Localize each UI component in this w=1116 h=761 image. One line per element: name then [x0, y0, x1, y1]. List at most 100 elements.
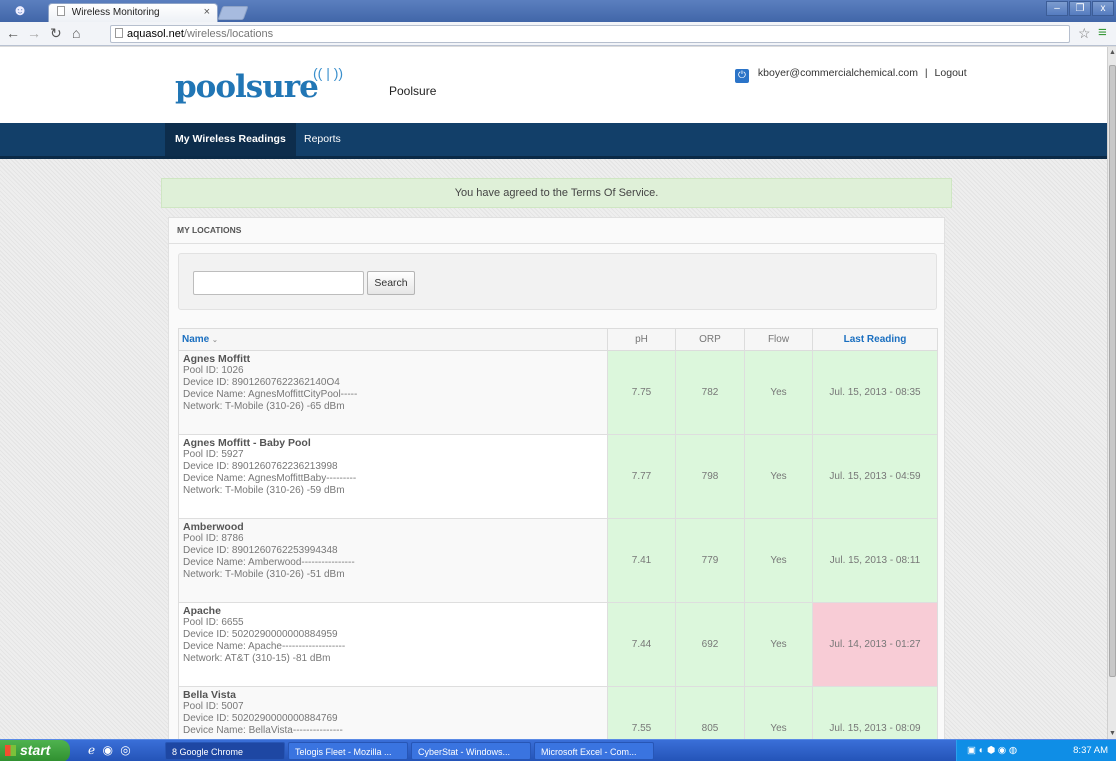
- page-viewport: poolsure (( | )) Poolsure ⏻ kboyer@comme…: [0, 47, 1107, 739]
- logout-link[interactable]: Logout: [935, 67, 967, 79]
- table-header-row: Name ⌄ pH ORP Flow Last Reading: [178, 328, 938, 351]
- location-device-id: Device ID: 8901260762236213998: [183, 461, 338, 472]
- flow-cell: Yes: [744, 686, 813, 739]
- location-cell: Agnes Moffitt - Baby Pool Pool ID: 5927 De…: [178, 434, 608, 519]
- browser-toolbar: ← → ↻ ⌂ aquasol.net/wireless/locations ☆…: [0, 22, 1116, 46]
- quick-launch: ℯ ◉ ◎: [88, 743, 131, 757]
- reload-icon[interactable]: ↻: [50, 25, 62, 42]
- location-name: Apache: [183, 605, 221, 617]
- location-name: Amberwood: [183, 521, 244, 533]
- user-email-link[interactable]: kboyer@commercialchemical.com: [758, 67, 918, 79]
- location-name: Agnes Moffitt: [183, 353, 251, 365]
- chrome-icon[interactable]: ◉: [102, 743, 112, 757]
- location-name: Bella Vista: [183, 689, 236, 701]
- address-bar[interactable]: aquasol.net/wireless/locations: [110, 25, 1070, 43]
- last-reading-cell: Jul. 14, 2013 - 01:27: [812, 602, 938, 687]
- home-icon[interactable]: ⌂: [72, 25, 80, 41]
- search-button[interactable]: Search: [367, 271, 415, 295]
- url-host: aquasol.net: [127, 28, 184, 40]
- nav-my-wireless-readings[interactable]: My Wireless Readings: [165, 123, 296, 156]
- system-tray: ▣ ◐ ⬢ ◉ ◍ 8:37 AM: [956, 740, 1116, 761]
- location-cell: Amberwood Pool ID: 8786 Device ID: 8901260…: [178, 518, 608, 603]
- orp-cell: 692: [675, 602, 745, 687]
- location-pool-id: Pool ID: 1026: [183, 365, 244, 376]
- forward-icon[interactable]: →: [27, 25, 41, 41]
- table-row[interactable]: Apache Pool ID: 6655 Device ID: 5020290000…: [178, 602, 938, 687]
- ie-icon[interactable]: ℯ: [88, 743, 95, 757]
- start-label: start: [20, 742, 51, 758]
- location-device-id: Device ID: 89012607622362140O4: [183, 377, 340, 388]
- clock: 8:37 AM: [1073, 745, 1108, 756]
- scrollbar-thumb[interactable]: [1109, 65, 1116, 677]
- site-header: poolsure (( | )) Poolsure ⏻ kboyer@comme…: [0, 47, 1107, 123]
- header-flow: Flow: [744, 328, 813, 351]
- header-orp: ORP: [675, 328, 745, 351]
- location-network: Network: T-Mobile (310-26) -51 dBm: [183, 569, 345, 580]
- tab-title: Wireless Monitoring: [71, 7, 160, 18]
- location-pool-id: Pool ID: 6655: [183, 617, 244, 628]
- flow-cell: Yes: [744, 350, 813, 435]
- ph-cell: 7.44: [607, 602, 676, 687]
- start-button[interactable]: start: [0, 740, 70, 761]
- firefox-icon[interactable]: ◎: [120, 743, 130, 757]
- tab-wireless-monitoring[interactable]: Wireless Monitoring ×: [48, 3, 218, 22]
- last-reading-cell: Jul. 15, 2013 - 08:09: [812, 686, 938, 739]
- flow-cell: Yes: [744, 518, 813, 603]
- browser-tabstrip: ☻ Wireless Monitoring × – ❐ x: [0, 0, 1116, 22]
- maximize-button[interactable]: ❐: [1069, 1, 1091, 16]
- table-row[interactable]: Amberwood Pool ID: 8786 Device ID: 8901260…: [178, 518, 938, 603]
- brand-name: Poolsure: [389, 84, 437, 98]
- table-row[interactable]: Bella Vista Pool ID: 5007 Device ID: 50202…: [178, 686, 938, 739]
- scroll-up-icon[interactable]: ▲: [1109, 49, 1116, 56]
- nav-reports[interactable]: Reports: [294, 123, 351, 156]
- header-last-reading[interactable]: Last Reading: [812, 328, 938, 351]
- flow-cell: Yes: [744, 602, 813, 687]
- ph-cell: 7.41: [607, 518, 676, 603]
- location-network: Network: T-Mobile (310-26) -59 dBm: [183, 485, 345, 496]
- ph-cell: 7.75: [607, 350, 676, 435]
- page-scrollbar[interactable]: ▲ ▼: [1107, 47, 1116, 739]
- bookmark-star-icon[interactable]: ☆: [1078, 25, 1091, 42]
- table-row[interactable]: Agnes Moffitt - Baby Pool Pool ID: 5927 De…: [178, 434, 938, 519]
- location-device-name: Device Name: AgnesMoffittBaby---------: [183, 473, 357, 484]
- location-device-id: Device ID: 5020290000000884959: [183, 629, 338, 640]
- location-cell: Apache Pool ID: 6655 Device ID: 5020290000…: [178, 602, 608, 687]
- new-tab-button[interactable]: [217, 6, 249, 20]
- location-pool-id: Pool ID: 5927: [183, 449, 244, 460]
- main-navbar: My Wireless Readings Reports: [0, 123, 1107, 159]
- menu-icon[interactable]: ≡: [1098, 24, 1107, 41]
- task-cyberstat[interactable]: CyberStat - Windows...: [411, 742, 531, 760]
- page-icon: [115, 28, 123, 38]
- tray-icons[interactable]: ▣ ◐ ⬢ ◉ ◍: [967, 740, 1017, 761]
- orp-cell: 779: [675, 518, 745, 603]
- ph-cell: 7.77: [607, 434, 676, 519]
- user-area: ⏻ kboyer@commercialchemical.com | Logout: [735, 67, 967, 83]
- flow-cell: Yes: [744, 434, 813, 519]
- ph-cell: 7.55: [607, 686, 676, 739]
- location-pool-id: Pool ID: 5007: [183, 701, 244, 712]
- location-pool-id: Pool ID: 8786: [183, 533, 244, 544]
- task-telogis-fleet[interactable]: Telogis Fleet - Mozilla ...: [288, 742, 408, 760]
- tos-alert: You have agreed to the Terms Of Service.: [161, 178, 952, 208]
- windows-taskbar: start ℯ ◉ ◎ 8 Google Chrome Telogis Flee…: [0, 739, 1116, 761]
- location-cell: Agnes Moffitt Pool ID: 1026 Device ID: 890…: [178, 350, 608, 435]
- back-icon[interactable]: ←: [6, 25, 20, 41]
- header-name[interactable]: Name ⌄: [178, 328, 608, 351]
- last-reading-cell: Jul. 15, 2013 - 04:59: [812, 434, 938, 519]
- incognito-icon: ☻: [12, 2, 28, 19]
- location-name: Agnes Moffitt - Baby Pool: [183, 437, 311, 449]
- close-icon[interactable]: ×: [204, 6, 210, 18]
- search-well: Search: [178, 253, 937, 310]
- close-window-button[interactable]: x: [1092, 1, 1114, 16]
- task-google-chrome[interactable]: 8 Google Chrome: [165, 742, 285, 760]
- task-microsoft-excel[interactable]: Microsoft Excel - Com...: [534, 742, 654, 760]
- table-row[interactable]: Agnes Moffitt Pool ID: 1026 Device ID: 890…: [178, 350, 938, 435]
- location-device-id: Device ID: 5020290000000884769: [183, 713, 338, 724]
- location-device-name: Device Name: Amberwood----------------: [183, 557, 355, 568]
- orp-cell: 798: [675, 434, 745, 519]
- scroll-down-icon[interactable]: ▼: [1109, 730, 1116, 737]
- location-network: Network: AT&T (310-15) -81 dBm: [183, 653, 331, 664]
- minimize-button[interactable]: –: [1046, 1, 1068, 16]
- search-input[interactable]: [193, 271, 364, 295]
- poolsure-logo[interactable]: poolsure: [175, 69, 319, 105]
